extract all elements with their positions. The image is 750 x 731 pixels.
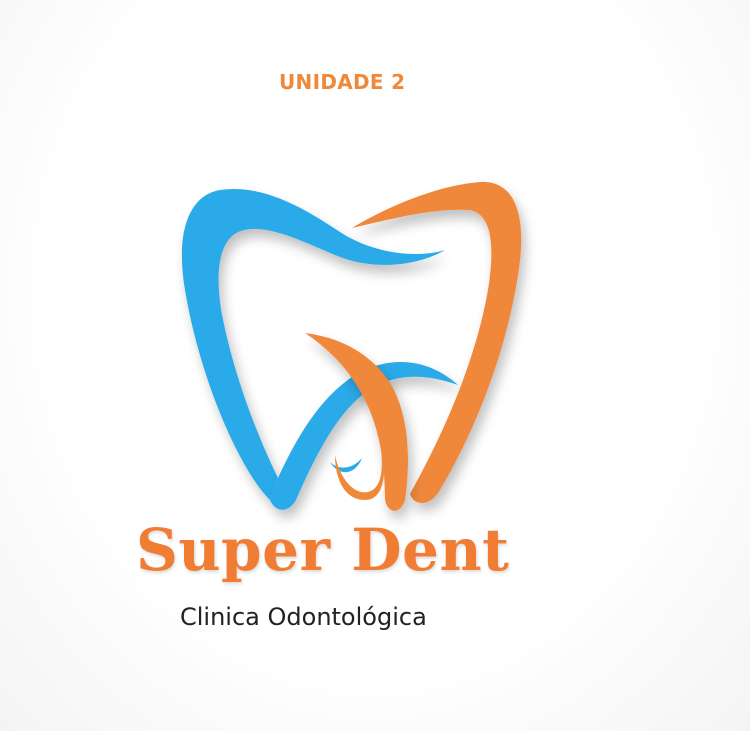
brand-name: Super Dent	[136, 516, 510, 584]
brand-tagline: Clinica Odontológica	[180, 603, 427, 631]
logo-page: UNIDADE 2 Super Dent Clinica Odontológic…	[0, 0, 750, 731]
tooth-orange-stroke	[352, 181, 522, 504]
tooth-blue-tip	[330, 458, 362, 473]
unit-label: UNIDADE 2	[279, 70, 406, 94]
tooth-icon	[181, 181, 522, 511]
